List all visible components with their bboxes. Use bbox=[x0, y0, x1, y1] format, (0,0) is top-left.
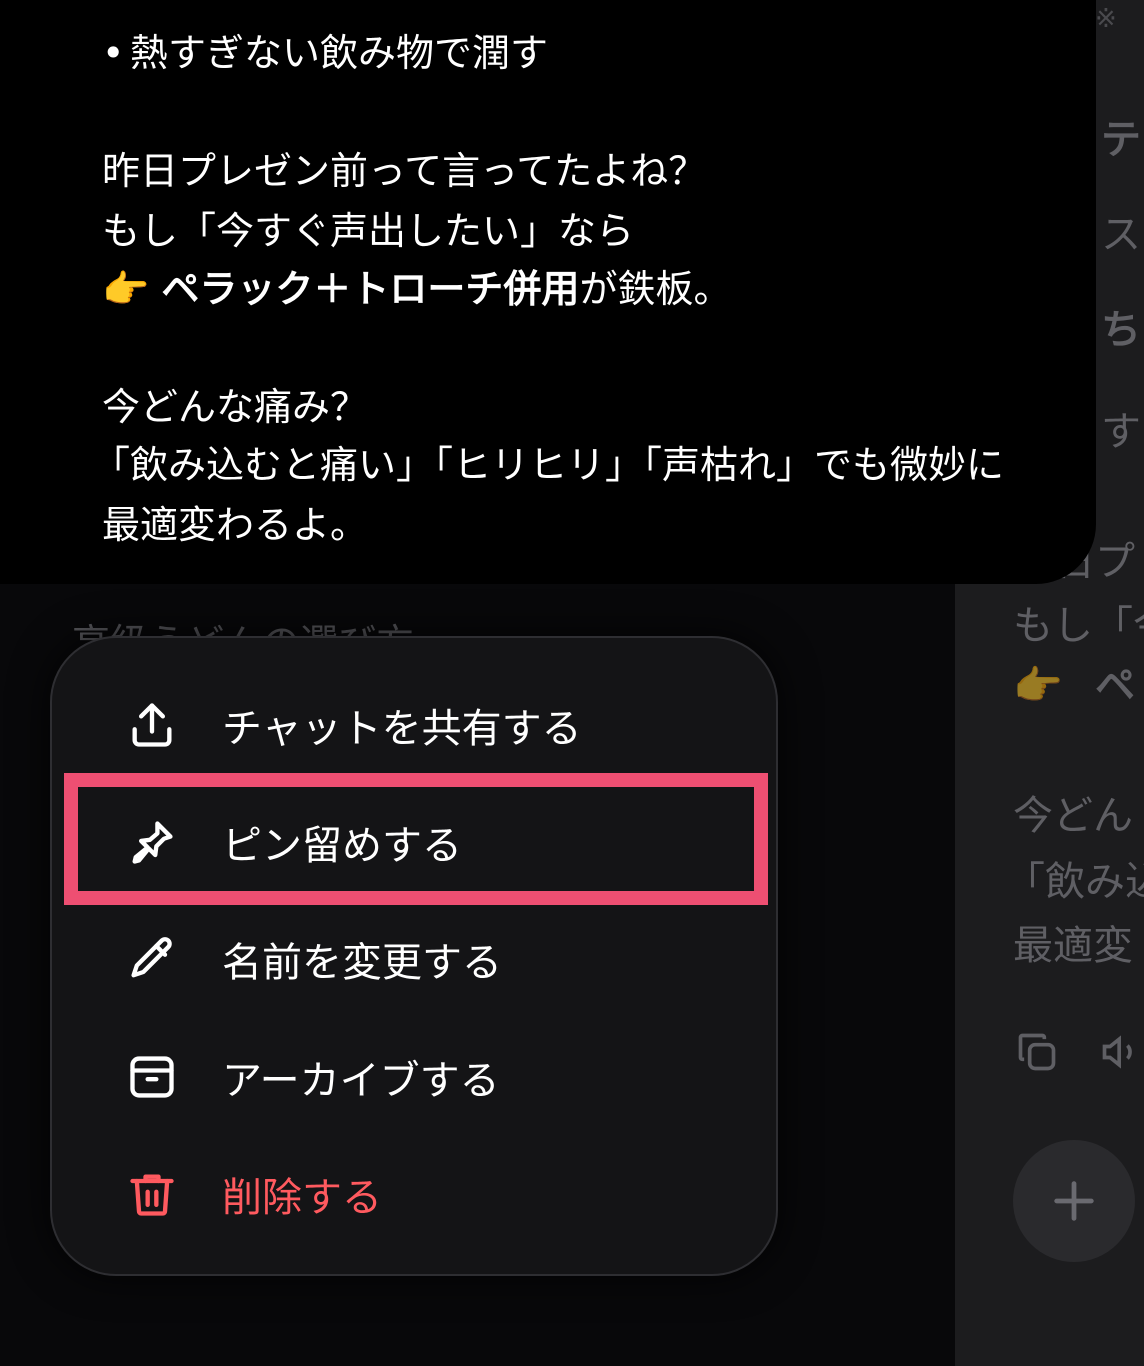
background-action-icons bbox=[1015, 1030, 1143, 1074]
plus-icon bbox=[1054, 1181, 1094, 1221]
background-text: 最適変 bbox=[1013, 923, 1133, 969]
message-line: 昨日プレゼン前って言ってたよね？ bbox=[102, 149, 707, 193]
bullet: • bbox=[102, 31, 125, 75]
archive-icon bbox=[126, 1051, 178, 1103]
chat-context-menu: チャットを共有する ピン留めする 名前を変更する アーカイブする 削除する bbox=[50, 636, 778, 1276]
message-line: 最適変わるよ。 bbox=[102, 503, 369, 547]
background-text: ち bbox=[1101, 307, 1141, 353]
trash-icon bbox=[126, 1168, 178, 1220]
background-text: 「飲み込 bbox=[1005, 859, 1144, 905]
menu-item-delete[interactable]: 削除する bbox=[52, 1135, 776, 1253]
menu-label: チャットを共有する bbox=[222, 706, 582, 752]
message-text: が鉄板。 bbox=[579, 267, 732, 311]
message-line: 「飲み込むと痛い」「ヒリヒリ」「声枯れ」でも微妙に bbox=[92, 443, 1005, 487]
message-text: 熱すぎない飲み物で潤す bbox=[130, 31, 549, 75]
message-line: 今どんな痛み？ bbox=[102, 385, 369, 429]
pencil-icon bbox=[126, 933, 178, 985]
message-bold-text: ペラック＋トローチ併用 bbox=[161, 267, 580, 311]
message-line: もし「今すぐ声出したい」なら bbox=[102, 209, 635, 253]
copy-icon bbox=[1018, 1033, 1056, 1071]
pin-highlight-box bbox=[64, 773, 768, 905]
pointing-emoji: 👉 bbox=[102, 267, 150, 311]
message-line: • 熱すぎない飲み物で潤す bbox=[102, 34, 548, 72]
menu-item-share[interactable]: チャットを共有する bbox=[52, 666, 776, 784]
menu-item-rename[interactable]: 名前を変更する bbox=[52, 900, 776, 1018]
menu-label-delete: 削除する bbox=[222, 1175, 382, 1221]
menu-label: アーカイブする bbox=[222, 1058, 500, 1104]
background-corner-symbol: ※ bbox=[1095, 4, 1117, 34]
assistant-message: • 熱すぎない飲み物で潤す 昨日プレゼン前って言ってたよね？ もし「今すぐ声出した… bbox=[0, 0, 1096, 584]
menu-label: 名前を変更する bbox=[222, 940, 502, 986]
background-text: 今どん bbox=[1013, 793, 1133, 839]
share-icon bbox=[126, 699, 178, 751]
background-text: す bbox=[1101, 409, 1141, 455]
background-text: テ bbox=[1101, 117, 1141, 163]
background-plus-button bbox=[1013, 1140, 1135, 1262]
background-text: ス bbox=[1101, 212, 1141, 258]
background-emoji: 👉 bbox=[1013, 663, 1063, 709]
menu-item-archive[interactable]: アーカイブする bbox=[52, 1018, 776, 1136]
message-line: 👉 ペラック＋トローチ併用が鉄板。 bbox=[102, 270, 731, 308]
speaker-icon bbox=[1102, 1035, 1132, 1069]
background-text: ペ bbox=[1095, 663, 1135, 709]
background-text: もし「今 bbox=[1013, 603, 1144, 649]
